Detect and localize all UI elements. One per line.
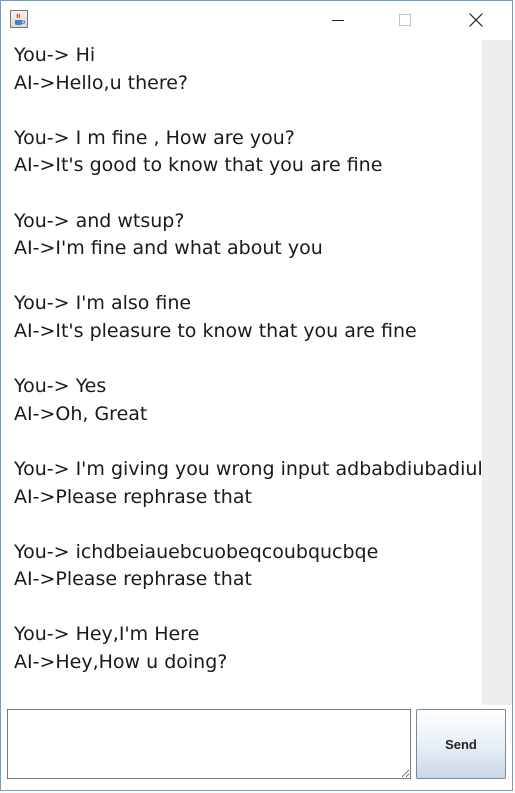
- send-button[interactable]: Send: [416, 709, 506, 779]
- input-bar: Send: [1, 705, 512, 790]
- chat-window: You-> Hi AI->Hello,u there? You-> I m fi…: [0, 0, 513, 791]
- message-input[interactable]: [7, 709, 411, 779]
- chat-transcript: You-> Hi AI->Hello,u there? You-> I m fi…: [14, 44, 481, 674]
- maximize-icon: [399, 14, 411, 26]
- minimize-button[interactable]: [315, 1, 361, 39]
- send-button-label: Send: [445, 736, 477, 752]
- close-icon: [469, 13, 483, 27]
- minimize-icon: [332, 20, 344, 21]
- java-cup-icon[interactable]: [10, 10, 28, 28]
- chat-transcript-area[interactable]: You-> Hi AI->Hello,u there? You-> I m fi…: [7, 40, 481, 705]
- vertical-scrollbar[interactable]: [482, 40, 512, 705]
- close-button[interactable]: [453, 1, 499, 39]
- title-bar[interactable]: [1, 1, 512, 39]
- maximize-button[interactable]: [382, 1, 428, 39]
